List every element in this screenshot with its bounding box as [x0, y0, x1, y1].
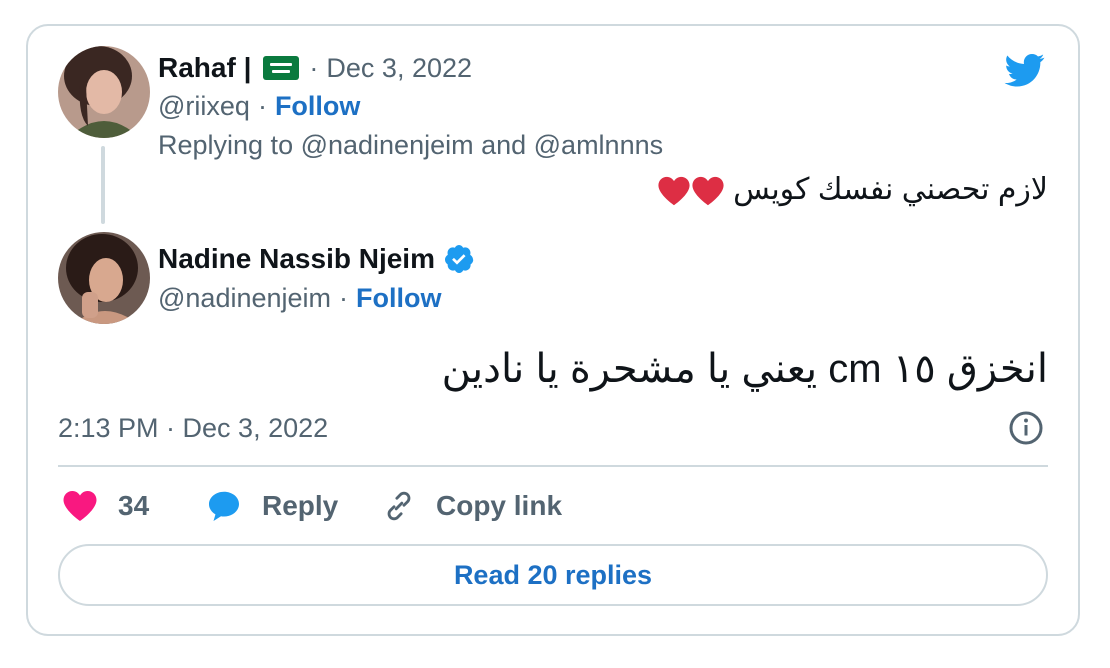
divider [58, 465, 1048, 467]
replying-to-row: Replying to @nadinenjeim and @amlnnns [158, 127, 663, 163]
parent-tweet-date[interactable]: Dec 3, 2022 [326, 53, 472, 84]
parent-handle-row: @riixeq · Follow [158, 88, 360, 124]
info-icon[interactable] [1008, 410, 1044, 446]
separator-dot: · [309, 52, 319, 83]
twitter-bird-icon[interactable] [1002, 50, 1048, 90]
parent-author-name[interactable]: Rahaf | [158, 52, 251, 84]
main-tweet-header: Nadine Nassib Njeim [158, 240, 475, 278]
copy-link-label: Copy link [436, 490, 563, 521]
like-count: 34 [118, 490, 150, 521]
main-author-handle[interactable]: @nadinenjeim [158, 283, 331, 314]
follow-button-rahaf[interactable]: Follow [275, 91, 360, 122]
saudi-flag-icon [263, 56, 300, 80]
like-action[interactable]: 34 [62, 484, 149, 528]
link-icon [387, 491, 411, 521]
thread-connector-line [101, 146, 105, 224]
reply-label: Reply [262, 490, 339, 521]
parent-tweet-text: لازم تحصني نفسك كويس [657, 172, 1048, 207]
tweet-timestamp[interactable]: 2:13 PM · Dec 3, 2022 [58, 413, 328, 444]
parent-tweet-header: Rahaf | · Dec 3, 2022 [158, 50, 472, 86]
separator-dot: · [339, 282, 349, 313]
heart-icon [63, 491, 97, 521]
avatar-rahaf[interactable] [58, 46, 150, 138]
main-handle-row: @nadinenjeim · Follow [158, 280, 442, 316]
parent-tweet-body: لازم تحصني نفسك كويس [733, 173, 1048, 206]
follow-button-nadine[interactable]: Follow [356, 283, 441, 314]
red-heart-emoji-icon [658, 176, 690, 206]
timestamp-row: 2:13 PM · Dec 3, 2022 [58, 410, 328, 446]
main-tweet-text: انخزق ١٥ cm يعني يا مشحرة يا نادين [441, 347, 1048, 391]
verified-badge-icon [444, 245, 474, 273]
reply-bubble-icon [209, 491, 239, 521]
avatar-nadine[interactable] [58, 232, 150, 324]
main-author-name[interactable]: Nadine Nassib Njeim [158, 243, 435, 275]
separator-dot: · [257, 90, 267, 121]
red-heart-emoji-icon [692, 176, 724, 206]
copy-link-action[interactable]: Copy link [382, 484, 562, 528]
replying-to-text: Replying to @nadinenjeim and @amlnnns [158, 129, 664, 160]
read-replies-button[interactable]: Read 20 replies [58, 544, 1048, 606]
parent-author-handle[interactable]: @riixeq [158, 91, 250, 122]
reply-action[interactable]: Reply [206, 484, 338, 528]
